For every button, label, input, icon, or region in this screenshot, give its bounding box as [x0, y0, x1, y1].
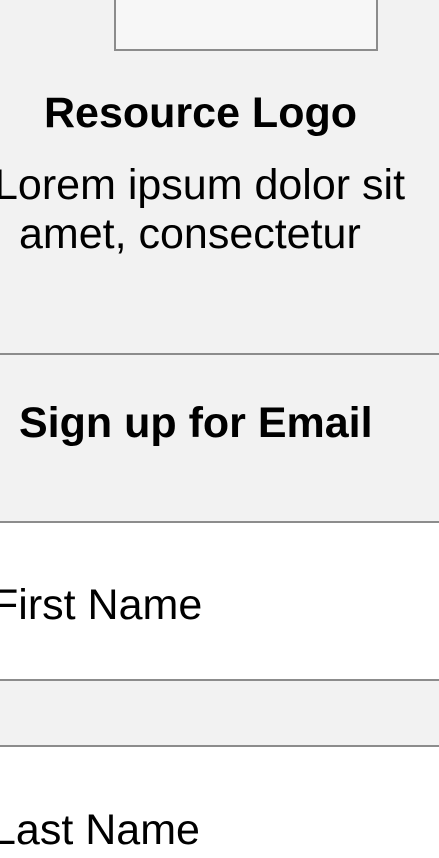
signup-heading: Sign up for Email — [19, 399, 373, 447]
signup-page: Resource Logo Lorem ipsum dolor sit amet… — [0, 0, 439, 858]
resource-description-line-1: Lorem ipsum dolor sit — [0, 161, 406, 209]
last-name-field[interactable]: Last Name — [0, 747, 439, 858]
last-name-placeholder: Last Name — [0, 806, 200, 854]
first-name-field[interactable]: First Name — [0, 523, 439, 680]
first-name-placeholder: First Name — [0, 581, 203, 629]
resource-logo-title: Resource Logo — [44, 89, 357, 137]
section-divider — [0, 353, 439, 355]
resource-logo-image — [114, 0, 378, 51]
field-divider — [0, 679, 439, 681]
resource-description-line-2: amet, consectetur — [19, 210, 361, 258]
